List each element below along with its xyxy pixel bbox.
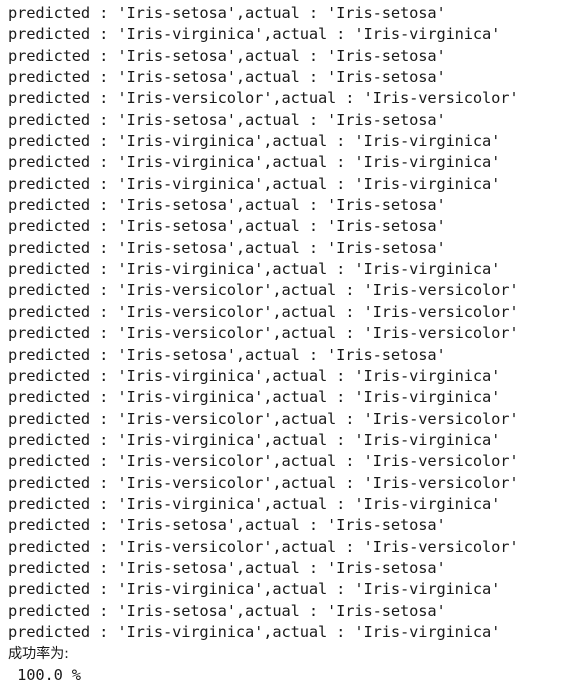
prediction-line: predicted : 'Iris-virginica',actual : 'I… — [8, 366, 501, 385]
prediction-line: predicted : 'Iris-setosa',actual : 'Iris… — [8, 46, 446, 65]
prediction-line: predicted : 'Iris-setosa',actual : 'Iris… — [8, 345, 446, 364]
prediction-line: predicted : 'Iris-versicolor',actual : '… — [8, 89, 519, 108]
prediction-line: predicted : 'Iris-virginica',actual : 'I… — [8, 174, 501, 193]
prediction-line: predicted : 'Iris-versicolor',actual : '… — [8, 302, 519, 321]
prediction-line: predicted : 'Iris-virginica',actual : 'I… — [8, 388, 501, 407]
prediction-line: predicted : 'Iris-versicolor',actual : '… — [8, 473, 519, 492]
prediction-line: predicted : 'Iris-setosa',actual : 'Iris… — [8, 217, 446, 236]
prediction-line: predicted : 'Iris-setosa',actual : 'Iris… — [8, 4, 446, 22]
success-rate-label-text: 成功率为: — [8, 646, 69, 663]
prediction-line: predicted : 'Iris-virginica',actual : 'I… — [8, 260, 501, 279]
prediction-line: predicted : 'Iris-versicolor',actual : '… — [8, 452, 519, 471]
prediction-line: predicted : 'Iris-setosa',actual : 'Iris… — [8, 238, 446, 257]
prediction-line: predicted : 'Iris-setosa',actual : 'Iris… — [8, 601, 446, 620]
prediction-line: predicted : 'Iris-virginica',actual : 'I… — [8, 430, 501, 449]
prediction-line: predicted : 'Iris-setosa',actual : 'Iris… — [8, 516, 446, 535]
prediction-line: predicted : 'Iris-virginica',actual : 'I… — [8, 622, 501, 641]
prediction-line: predicted : 'Iris-setosa',actual : 'Iris… — [8, 68, 446, 87]
prediction-line: predicted : 'Iris-virginica',actual : 'I… — [8, 132, 501, 151]
prediction-line: predicted : 'Iris-setosa',actual : 'Iris… — [8, 196, 446, 215]
prediction-line: predicted : 'Iris-versicolor',actual : '… — [8, 537, 519, 556]
prediction-line: predicted : 'Iris-versicolor',actual : '… — [8, 409, 519, 428]
prediction-line: predicted : 'Iris-versicolor',actual : '… — [8, 281, 519, 300]
success-rate-value: 100.0 % — [8, 665, 81, 684]
prediction-line: predicted : 'Iris-virginica',actual : 'I… — [8, 494, 501, 513]
prediction-line: predicted : 'Iris-virginica',actual : 'I… — [8, 580, 501, 599]
prediction-line: predicted : 'Iris-virginica',actual : 'I… — [8, 153, 501, 172]
console-output-panel: predicted : 'Iris-setosa',actual : 'Iris… — [0, 0, 584, 689]
prediction-line: predicted : 'Iris-setosa',actual : 'Iris… — [8, 558, 446, 577]
prediction-line: predicted : 'Iris-setosa',actual : 'Iris… — [8, 110, 446, 129]
prediction-line: predicted : 'Iris-virginica',actual : 'I… — [8, 25, 501, 44]
success-rate-label: 成功率为: — [0, 643, 584, 664]
prediction-line: predicted : 'Iris-versicolor',actual : '… — [8, 324, 519, 343]
